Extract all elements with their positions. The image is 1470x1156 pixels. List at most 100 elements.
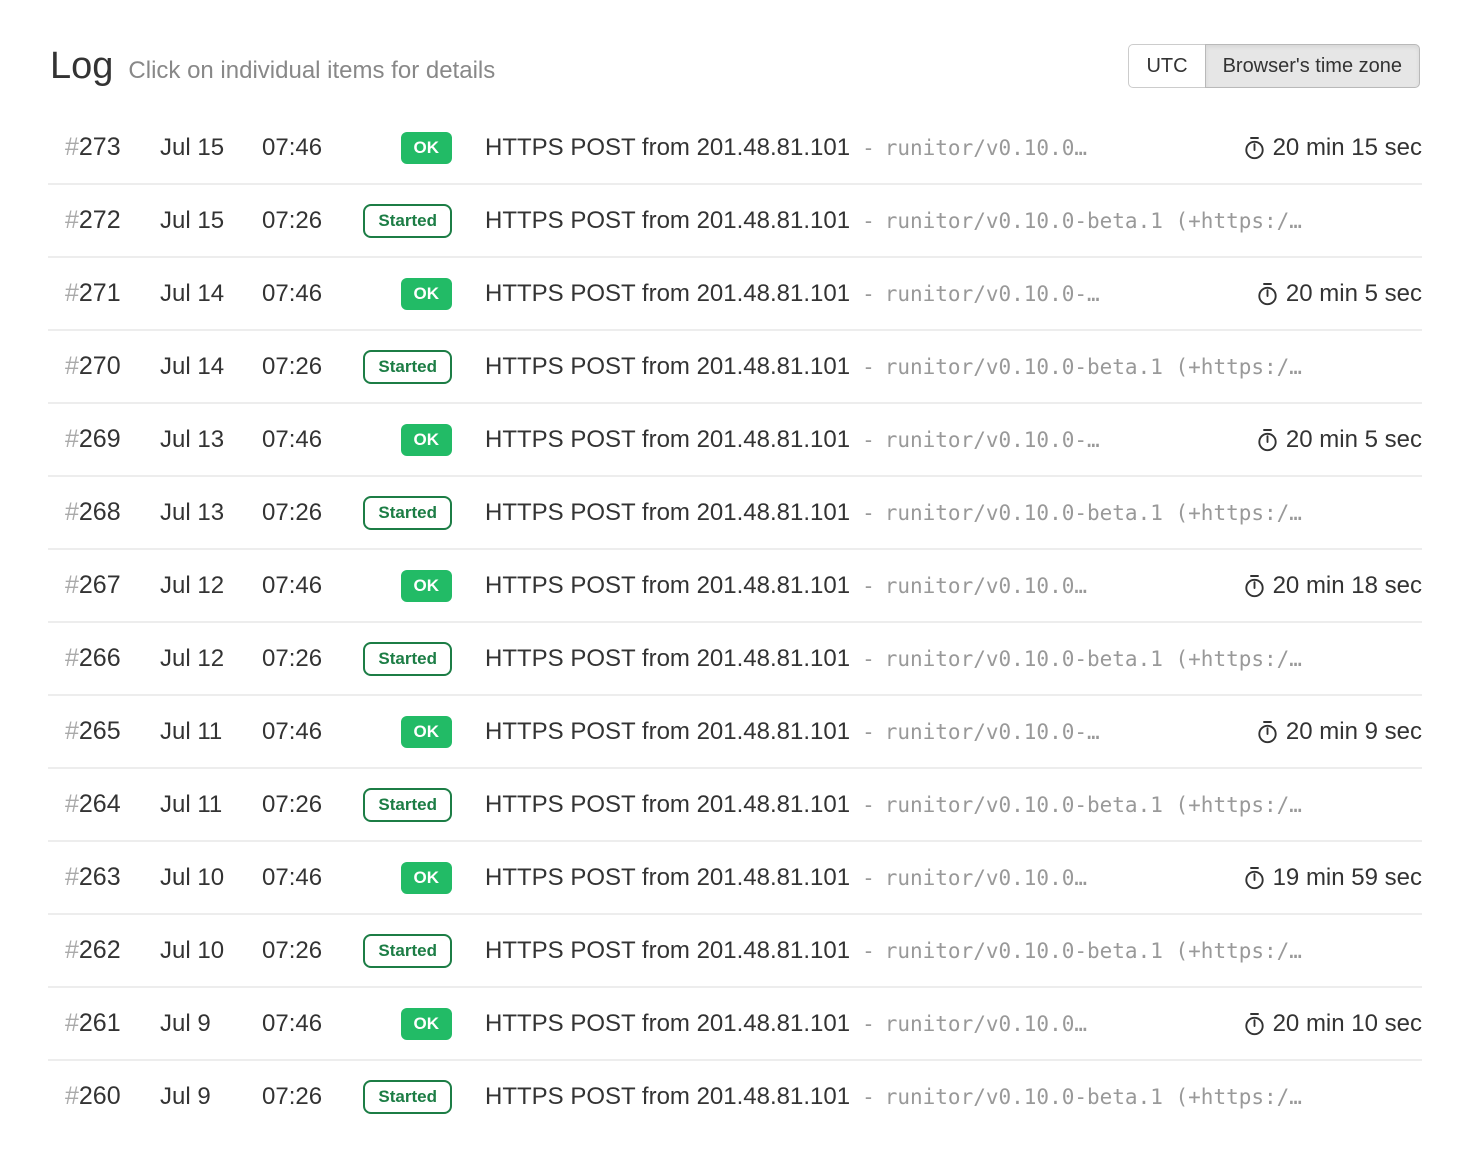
check-number: #265	[48, 717, 160, 746]
separator-dash: -	[862, 574, 875, 598]
event-description: HTTPS POST from 201.48.81.101 - runitor/…	[452, 864, 1214, 892]
check-number: #262	[48, 936, 160, 965]
event-time: 07:26	[262, 207, 358, 235]
status-badge-cell: Started	[363, 642, 452, 676]
event-description: HTTPS POST from 201.48.81.101 - runitor/…	[452, 499, 1422, 527]
event-time: 07:46	[262, 280, 358, 308]
status-badge-cell: Started	[363, 496, 452, 530]
stopwatch-icon	[1244, 136, 1265, 160]
number-value: 262	[79, 936, 121, 964]
status-badge: Started	[363, 1080, 452, 1114]
log-row[interactable]: #260 Jul 9 07:26 Started HTTPS POST from…	[48, 1059, 1422, 1132]
user-agent-text: runitor/v0.10.0-beta.1 (+https:/…	[885, 209, 1302, 233]
number-prefix: #	[65, 936, 79, 964]
number-prefix: #	[65, 1009, 79, 1037]
event-date: Jul 10	[160, 937, 262, 965]
event-description: HTTPS POST from 201.48.81.101 - runitor/…	[452, 1010, 1214, 1038]
event-description: HTTPS POST from 201.48.81.101 - runitor/…	[452, 937, 1422, 965]
log-row[interactable]: #272 Jul 15 07:26 Started HTTPS POST fro…	[48, 183, 1422, 256]
number-prefix: #	[65, 206, 79, 234]
event-message: HTTPS POST from 201.48.81.101	[485, 791, 850, 819]
check-number: #266	[48, 644, 160, 673]
user-agent-text: runitor/v0.10.0-beta.1 (+https:/…	[885, 355, 1302, 379]
separator-dash: -	[862, 793, 875, 817]
log-row[interactable]: #263 Jul 10 07:46 OK HTTPS POST from 201…	[48, 840, 1422, 913]
status-badge-cell: OK	[401, 1008, 453, 1040]
event-time: 07:46	[262, 134, 358, 162]
log-row[interactable]: #266 Jul 12 07:26 Started HTTPS POST fro…	[48, 621, 1422, 694]
event-date: Jul 14	[160, 280, 262, 308]
title-block: Log Click on individual items for detail…	[50, 45, 495, 88]
separator-dash: -	[862, 136, 875, 160]
duration-text: 20 min 18 sec	[1273, 572, 1422, 600]
status-badge: OK	[401, 862, 453, 894]
event-message: HTTPS POST from 201.48.81.101	[485, 1010, 850, 1038]
log-row[interactable]: #271 Jul 14 07:46 OK HTTPS POST from 201…	[48, 256, 1422, 329]
log-row[interactable]: #264 Jul 11 07:26 Started HTTPS POST fro…	[48, 767, 1422, 840]
number-value: 265	[79, 717, 121, 745]
duration: 20 min 9 sec	[1227, 718, 1422, 746]
event-description: HTTPS POST from 201.48.81.101 - runitor/…	[452, 791, 1422, 819]
number-value: 270	[79, 352, 121, 380]
stopwatch-icon	[1244, 866, 1265, 890]
number-prefix: #	[65, 863, 79, 891]
check-number: #264	[48, 790, 160, 819]
status-badge-cell: OK	[401, 278, 453, 310]
event-description: HTTPS POST from 201.48.81.101 - runitor/…	[452, 353, 1422, 381]
duration-text: 20 min 15 sec	[1273, 134, 1422, 162]
number-prefix: #	[65, 133, 79, 161]
duration-text: 20 min 5 sec	[1286, 280, 1422, 308]
event-date: Jul 14	[160, 353, 262, 381]
duration: 20 min 18 sec	[1214, 572, 1422, 600]
page-subtitle: Click on individual items for details	[128, 57, 495, 85]
status-badge: Started	[363, 642, 452, 676]
browser-timezone-button[interactable]: Browser's time zone	[1205, 44, 1420, 88]
event-time: 07:26	[262, 353, 358, 381]
event-date: Jul 9	[160, 1010, 262, 1038]
user-agent-text: runitor/v0.10.0-…	[885, 282, 1100, 306]
log-row[interactable]: #261 Jul 9 07:46 OK HTTPS POST from 201.…	[48, 986, 1422, 1059]
event-description: HTTPS POST from 201.48.81.101 - runitor/…	[452, 645, 1422, 673]
event-description: HTTPS POST from 201.48.81.101 - runitor/…	[452, 207, 1422, 235]
utc-button[interactable]: UTC	[1128, 44, 1205, 88]
check-number: #273	[48, 133, 160, 162]
log-row[interactable]: #268 Jul 13 07:26 Started HTTPS POST fro…	[48, 475, 1422, 548]
number-value: 263	[79, 863, 121, 891]
status-badge: OK	[401, 424, 453, 456]
user-agent-text: runitor/v0.10.0-beta.1 (+https:/…	[885, 939, 1302, 963]
log-row[interactable]: #262 Jul 10 07:26 Started HTTPS POST fro…	[48, 913, 1422, 986]
number-value: 266	[79, 644, 121, 672]
status-badge: OK	[401, 132, 453, 164]
event-description: HTTPS POST from 201.48.81.101 - runitor/…	[452, 572, 1214, 600]
number-value: 272	[79, 206, 121, 234]
log-row[interactable]: #270 Jul 14 07:26 Started HTTPS POST fro…	[48, 329, 1422, 402]
check-number: #260	[48, 1082, 160, 1111]
number-value: 261	[79, 1009, 121, 1037]
status-badge-cell: OK	[401, 716, 453, 748]
log-row[interactable]: #267 Jul 12 07:46 OK HTTPS POST from 201…	[48, 548, 1422, 621]
event-date: Jul 12	[160, 572, 262, 600]
user-agent-text: runitor/v0.10.0…	[885, 136, 1087, 160]
user-agent-text: runitor/v0.10.0-…	[885, 428, 1100, 452]
page-header: Log Click on individual items for detail…	[48, 0, 1422, 106]
number-value: 269	[79, 425, 121, 453]
status-badge-cell: Started	[363, 1080, 452, 1114]
number-value: 267	[79, 571, 121, 599]
status-badge-cell: OK	[401, 862, 453, 894]
event-message: HTTPS POST from 201.48.81.101	[485, 572, 850, 600]
event-date: Jul 13	[160, 426, 262, 454]
status-badge: Started	[363, 204, 452, 238]
number-prefix: #	[65, 790, 79, 818]
number-value: 268	[79, 498, 121, 526]
page-title: Log	[50, 45, 113, 88]
status-badge: Started	[363, 934, 452, 968]
event-date: Jul 10	[160, 864, 262, 892]
number-prefix: #	[65, 352, 79, 380]
separator-dash: -	[862, 647, 875, 671]
log-row[interactable]: #273 Jul 15 07:46 OK HTTPS POST from 201…	[48, 112, 1422, 183]
log-row[interactable]: #269 Jul 13 07:46 OK HTTPS POST from 201…	[48, 402, 1422, 475]
separator-dash: -	[862, 428, 875, 452]
status-badge: Started	[363, 350, 452, 384]
log-row[interactable]: #265 Jul 11 07:46 OK HTTPS POST from 201…	[48, 694, 1422, 767]
check-number: #270	[48, 352, 160, 381]
